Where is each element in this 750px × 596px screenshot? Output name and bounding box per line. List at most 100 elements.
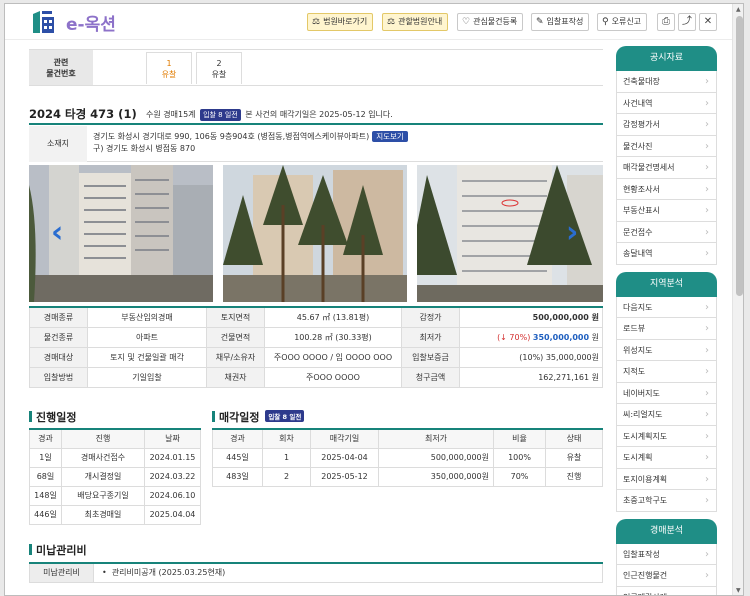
sidebar-item[interactable]: 물건사진 xyxy=(616,135,717,157)
sidebar-item[interactable]: 입찰표작성 xyxy=(616,543,717,565)
table-cell: 부동산임의경매 xyxy=(87,306,207,328)
sidebar-item[interactable]: 부동산표시 xyxy=(616,200,717,222)
column-header: 회차 xyxy=(262,428,311,449)
court-link-label: 법원바로가기 xyxy=(323,17,368,26)
table-row: 물건종류 아파트 건물면적 100.28 ㎡ (30.33평) 최저가 (↓ 7… xyxy=(29,326,603,348)
sidebar-item[interactable]: 매각물건명세서 xyxy=(616,157,717,179)
logo-text[interactable]: e-옥션 xyxy=(66,10,116,35)
table-cell: 2024.06.10 xyxy=(144,485,201,506)
sidebar-item[interactable]: 위성지도 xyxy=(616,339,717,361)
case-title: 2024 타경 473 (1) xyxy=(29,107,137,121)
fees-value-cell: • 관리비미공개 (2025.03.25현재) xyxy=(93,562,603,583)
property-photo[interactable] xyxy=(223,165,407,302)
sidebar-item[interactable]: 다음지도 xyxy=(616,296,717,318)
related-items-header-line1: 관련 xyxy=(53,58,69,67)
table-cell: 최초경매일 xyxy=(61,504,145,525)
table-cell: 물건종류 xyxy=(29,326,88,348)
logo-icon[interactable] xyxy=(30,8,58,36)
sidebar-item[interactable]: 송달내역 xyxy=(616,243,717,265)
table-row: 입찰방법 기일입찰 채권자 주OOO OOOO 청구금액 162,271,161… xyxy=(29,366,603,388)
photo-prev-arrow[interactable]: ‹ xyxy=(51,215,63,250)
column-header: 경과 xyxy=(212,428,263,449)
related-items-header: 관련 물건번호 xyxy=(29,50,93,85)
sale-schedule-table: 경과 회차 매각기일 최저가 비율 상태 445일 1 2025-04-04 500,… xyxy=(212,428,603,487)
fees-value: 관리비미공개 (2025.03.25현재) xyxy=(111,568,226,578)
sidebar-item[interactable]: 네이버지도 xyxy=(616,382,717,404)
sidebar-item[interactable]: 초중고학구도 xyxy=(616,490,717,512)
table-cell: 500,000,000 원 xyxy=(459,306,603,328)
tab-item-1[interactable]: 1 유찰 xyxy=(146,52,192,84)
table-cell: 건물면적 xyxy=(206,326,265,348)
column-header: 비율 xyxy=(493,428,546,449)
sidebar-item[interactable]: 문건접수 xyxy=(616,221,717,243)
photo-next-arrow[interactable]: › xyxy=(566,215,578,250)
fees-title-text: 미납관리비 xyxy=(36,544,87,557)
progress-title-text: 진행일정 xyxy=(36,411,77,424)
apartment-photo-2 xyxy=(223,165,407,302)
table-cell: 경매사건접수 xyxy=(61,447,145,468)
sidebar-item[interactable]: 인근매각사례 xyxy=(616,586,717,595)
table-row: 68일 개시결정일 2024.03.22 xyxy=(29,466,201,487)
watchlist-button[interactable]: ♡ 관심물건등록 xyxy=(457,13,524,31)
map-view-button[interactable]: 지도보기 xyxy=(372,131,408,142)
table-cell: 청구금액 xyxy=(401,366,460,388)
property-info-table: 경매종류 부동산임의경매 토지면적 45.67 ㎡ (13.81평) 감정가 5… xyxy=(29,306,603,388)
table-cell: 148일 xyxy=(29,485,62,506)
tab-item-2[interactable]: 2 유찰 xyxy=(196,52,242,84)
error-report-button[interactable]: ⚲ 오류신고 xyxy=(597,13,648,31)
sidebar-item[interactable]: 로드뷰 xyxy=(616,318,717,340)
scrollbar-thumb[interactable] xyxy=(736,16,743,296)
share-icon[interactable]: ⤴ xyxy=(678,13,696,31)
column-header: 진행 xyxy=(61,428,145,449)
fees-table: 미납관리비 • 관리비미공개 (2025.03.25현재) xyxy=(29,562,603,583)
sidebar-item[interactable]: 현황조사서 xyxy=(616,178,717,200)
bid-form-label: 입찰표작성 xyxy=(546,17,584,26)
table-row: 483일 2 2025-05-12 350,000,000원 70% 진행 xyxy=(212,466,603,487)
pin-icon: ⚲ xyxy=(602,17,609,27)
column-header: 매각기일 xyxy=(310,428,379,449)
sidebar-item[interactable]: 씨:리얼지도 xyxy=(616,404,717,426)
table-cell: 100% xyxy=(493,447,546,468)
print-icon[interactable]: ⎙ xyxy=(657,13,675,31)
fees-label: 미납관리비 xyxy=(29,562,94,583)
sidebar-item[interactable]: 토지이용계획 xyxy=(616,468,717,490)
court-info-button[interactable]: ⚖ 관할법원안내 xyxy=(382,13,449,31)
min-price-pct: (↓ 70%) xyxy=(497,332,531,342)
scroll-up-icon[interactable]: ▲ xyxy=(736,6,741,13)
photo-gallery: ‹ › xyxy=(29,165,603,302)
sidebar-item[interactable]: 인근진행물건 xyxy=(616,565,717,587)
court-info-label: 관할법원안내 xyxy=(398,17,443,26)
table-cell: 경매대상 xyxy=(29,346,88,368)
table-cell: 68일 xyxy=(29,466,62,487)
column-header: 상태 xyxy=(545,428,603,449)
table-cell: 입찰보증금 xyxy=(401,346,460,368)
sidebar-item[interactable]: 도시계획지도 xyxy=(616,425,717,447)
sidebar-item[interactable]: 도시계획 xyxy=(616,447,717,469)
table-cell: 주OOO OOOO xyxy=(264,366,402,388)
location-row: 소재지 경기도 화성시 경기대로 990, 106동 9층904호 (병점동,병… xyxy=(29,126,603,162)
sale-title-text: 매각일정 xyxy=(219,411,260,424)
table-cell: 2 xyxy=(262,466,311,487)
table-cell: 45.67 ㎡ (13.81평) xyxy=(264,306,402,328)
pencil-icon: ✎ xyxy=(536,17,544,27)
table-cell: 70% xyxy=(493,466,546,487)
table-cell: 2024.01.15 xyxy=(144,447,201,468)
sidebar-item[interactable]: 감정평가서 xyxy=(616,114,717,136)
section-bar xyxy=(29,411,32,422)
table-cell: 입찰방법 xyxy=(29,366,88,388)
table-row: 1일 경매사건접수 2024.01.15 xyxy=(29,447,201,468)
table-cell: 유찰 xyxy=(545,447,603,468)
sidebar-item[interactable]: 지적도 xyxy=(616,361,717,383)
close-icon[interactable]: ✕ xyxy=(699,13,717,31)
tab-item-status: 유찰 xyxy=(211,70,227,79)
table-cell: 162,271,161 원 xyxy=(459,366,603,388)
table-cell: 1 xyxy=(262,447,311,468)
sidebar-item[interactable]: 사건내역 xyxy=(616,92,717,114)
scroll-down-icon[interactable]: ▼ xyxy=(736,587,741,594)
vertical-scrollbar[interactable]: ▲ ▼ xyxy=(732,4,743,595)
court-link-button[interactable]: ⚖ 법원바로가기 xyxy=(307,13,374,31)
table-cell: 개시결정일 xyxy=(61,466,145,487)
bid-form-button[interactable]: ✎ 입찰표작성 xyxy=(531,13,590,31)
table-cell: 토지 및 건물일괄 매각 xyxy=(87,346,207,368)
sidebar-item[interactable]: 건축물대장 xyxy=(616,71,717,93)
